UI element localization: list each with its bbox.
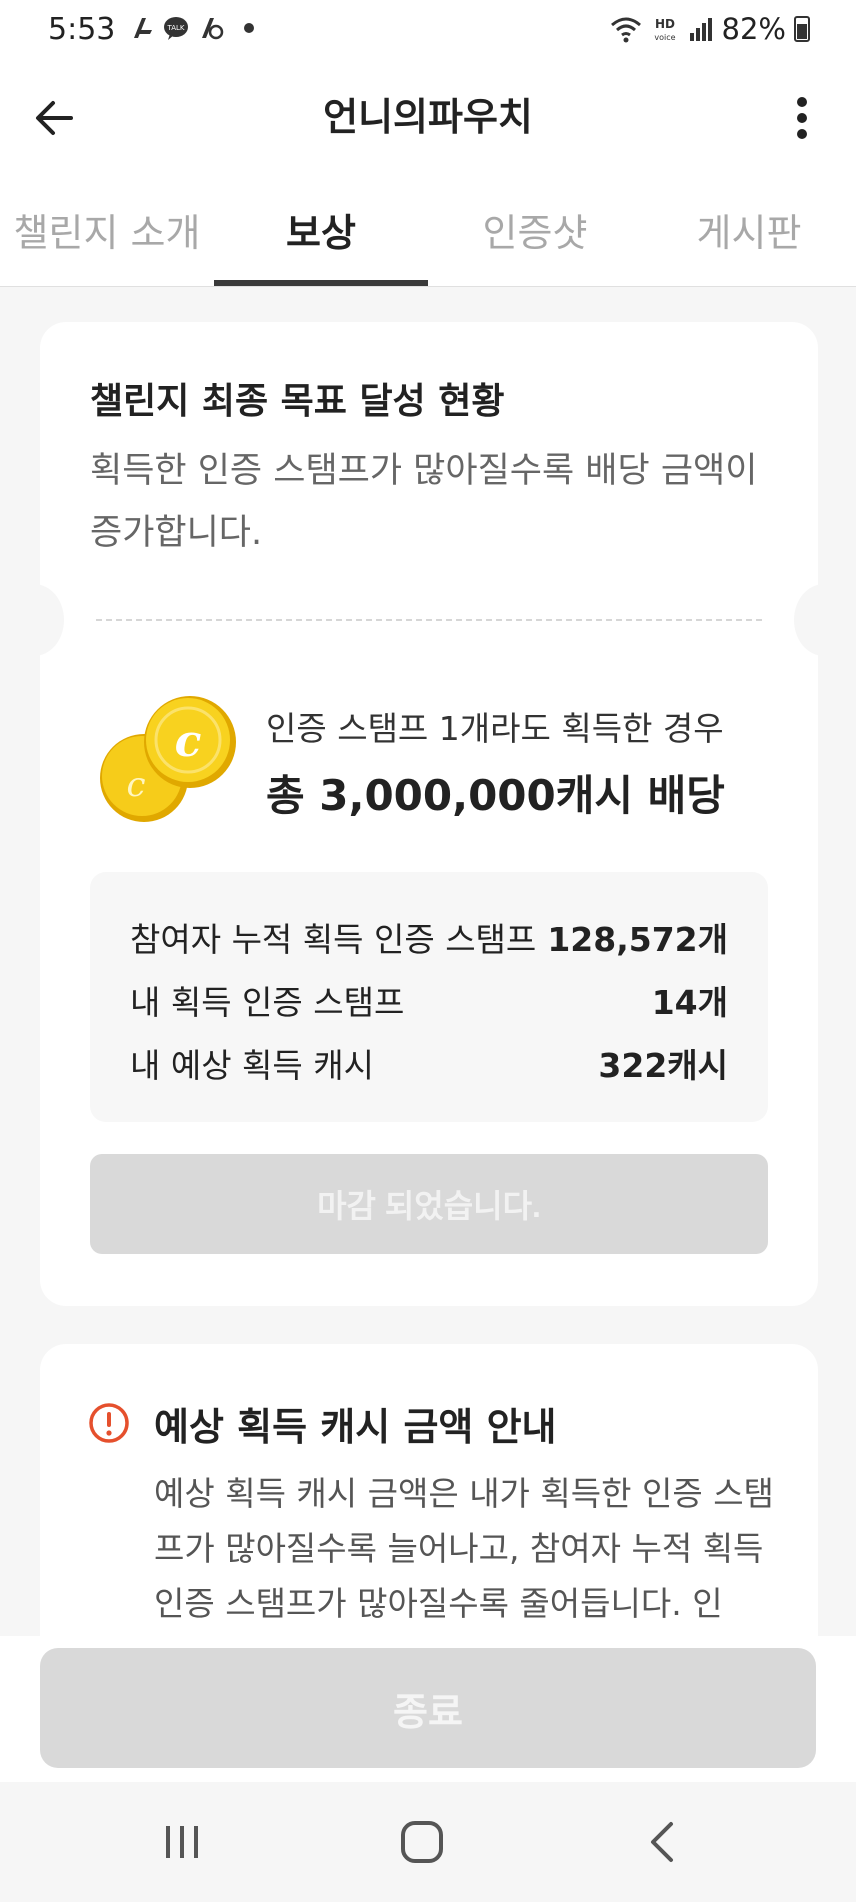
svg-text:voice: voice bbox=[654, 33, 675, 42]
info-body: 예상 획득 캐시 금액은 내가 획득한 인증 스탬프가 많아질수록 늘어나고, … bbox=[154, 1474, 774, 1623]
tab-bar: 챌린지 소개 보상 인증샷 게시판 bbox=[0, 172, 856, 287]
svg-text:HD: HD bbox=[655, 17, 675, 31]
battery-percent: 82% bbox=[721, 12, 786, 46]
reward-condition: 인증 스탬프 1개라도 획득한 경우 bbox=[266, 709, 724, 748]
info-title: 예상 획득 캐시 금액 안내 bbox=[154, 1405, 557, 1449]
bottom-action-area: 종료 bbox=[0, 1636, 856, 1782]
closed-button[interactable]: 마감 되었습니다. bbox=[90, 1154, 768, 1254]
tab-reward[interactable]: 보상 bbox=[214, 172, 428, 286]
status-time: 5:53 bbox=[48, 12, 116, 47]
more-vertical-icon bbox=[797, 97, 807, 139]
more-options-button[interactable] bbox=[774, 90, 830, 146]
stat-label: 참여자 누적 획득 인증 스탬프 bbox=[130, 920, 537, 959]
status-bar: 5:53 TALK HD voice 82% bbox=[0, 0, 856, 62]
expected-cash-info-card: 예상 획득 캐시 금액 안내 예상 획득 캐시 금액은 내가 획득한 인증 스탬… bbox=[40, 1344, 818, 1644]
chevron-left-icon bbox=[651, 1822, 673, 1862]
tab-board[interactable]: 게시판 bbox=[642, 172, 856, 286]
ticket-notch-right bbox=[794, 584, 854, 656]
stat-row-total-stamps: 참여자 누적 획득 인증 스탬프 128,572개 bbox=[130, 913, 728, 961]
stats-box: 참여자 누적 획득 인증 스탬프 128,572개 내 획득 인증 스탬프 14… bbox=[90, 872, 768, 1122]
system-back-button[interactable] bbox=[622, 1806, 702, 1878]
status-right: HD voice 82% bbox=[610, 12, 810, 46]
ticket-notch-left bbox=[4, 584, 64, 656]
tab-challenge-intro[interactable]: 챌린지 소개 bbox=[0, 172, 214, 286]
svg-text:TALK: TALK bbox=[166, 24, 184, 32]
hd-voice-icon: HD voice bbox=[654, 17, 675, 42]
goal-status-card: 챌린지 최종 목표 달성 현황 획득한 인증 스탬프가 많아질수록 배당 금액이… bbox=[4, 322, 854, 1306]
stat-value: 14개 bbox=[651, 983, 728, 1022]
signal-icon bbox=[689, 18, 712, 41]
stat-row-my-stamps: 내 획득 인증 스탬프 14개 bbox=[130, 976, 728, 1024]
recent-apps-button[interactable] bbox=[142, 1806, 222, 1878]
system-navigation-bar bbox=[0, 1782, 856, 1902]
home-button[interactable] bbox=[382, 1806, 462, 1878]
home-icon bbox=[401, 1821, 443, 1863]
stat-label: 내 획득 인증 스탬프 bbox=[130, 983, 405, 1022]
page-title: 언니의파우치 bbox=[323, 95, 533, 139]
more-notifications-dot bbox=[244, 23, 254, 33]
divider bbox=[96, 619, 762, 621]
tab-proof-shots[interactable]: 인증샷 bbox=[428, 172, 642, 286]
active-tab-indicator bbox=[214, 280, 428, 286]
alert-icon bbox=[89, 1403, 129, 1443]
reward-amount: 총 3,000,000캐시 배당 bbox=[266, 771, 725, 820]
stat-row-expected-cash: 내 예상 획득 캐시 322캐시 bbox=[130, 1039, 728, 1087]
kakao-page-icon bbox=[202, 18, 224, 40]
wifi-icon bbox=[610, 17, 641, 43]
goal-card-description: 획득한 인증 스탬프가 많아질수록 배당 금액이 증가합니다. bbox=[90, 451, 758, 553]
app-bar: 언니의파우치 bbox=[0, 62, 856, 172]
kakao-icon bbox=[134, 18, 152, 38]
stat-value: 322캐시 bbox=[598, 1046, 728, 1085]
stat-label: 내 예상 획득 캐시 bbox=[130, 1046, 374, 1085]
battery-icon bbox=[794, 16, 810, 42]
recent-apps-icon bbox=[166, 1826, 198, 1858]
svg-text:c: c bbox=[126, 765, 145, 805]
talk-icon: TALK bbox=[164, 17, 188, 40]
exit-button[interactable]: 종료 bbox=[40, 1648, 816, 1768]
goal-card-title: 챌린지 최종 목표 달성 현황 bbox=[90, 381, 505, 422]
coin-icon: c c bbox=[100, 696, 236, 822]
notification-icons: TALK bbox=[128, 14, 254, 42]
svg-text:c: c bbox=[175, 716, 202, 767]
stat-value: 128,572개 bbox=[547, 920, 728, 959]
